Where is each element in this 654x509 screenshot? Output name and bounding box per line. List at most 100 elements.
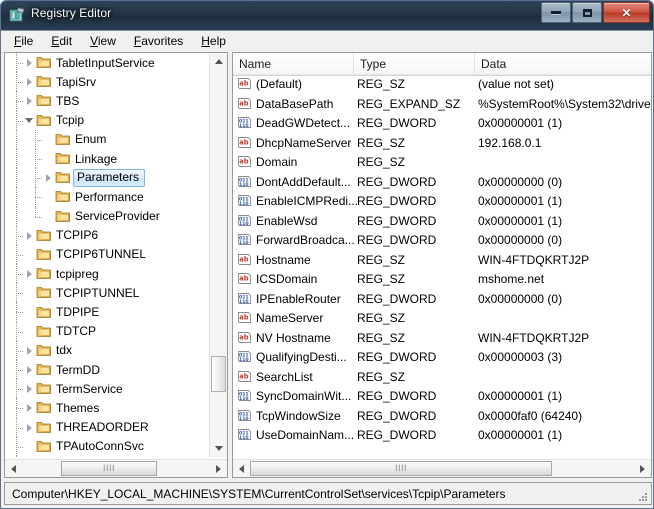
- tree-line: [16, 235, 23, 238]
- tree-node-tdtcp[interactable]: TDTCP: [5, 321, 211, 341]
- tree-node-tbs[interactable]: TBS: [5, 91, 211, 111]
- registry-value-row[interactable]: 011 110 ForwardBroadca... REG_DWORD 0x000000…: [233, 231, 651, 251]
- tree-node-tcpip6tunnel[interactable]: TCPIP6TUNNEL: [5, 244, 211, 265]
- registry-value-row[interactable]: 011 110 IPEnableRouter REG_DWORD 0x00000000 …: [233, 290, 651, 310]
- registry-value-row[interactable]: ab NV Hostname REG_SZ WIN-4FTDQKRTJ2P: [233, 329, 651, 349]
- tree-node-serviceprovider[interactable]: ServiceProvider: [5, 206, 211, 226]
- registry-values-list[interactable]: ab (Default) REG_SZ (value not set) ab DataBa…: [233, 75, 651, 457]
- expand-arrow-icon[interactable]: [23, 363, 36, 376]
- expand-arrow-icon[interactable]: [23, 75, 36, 88]
- registry-value-row[interactable]: ab DhcpNameServer REG_SZ 192.168.0.1: [233, 134, 651, 154]
- title-bar[interactable]: Registry Editor ✕: [1, 1, 653, 31]
- tree-scroll-left-button[interactable]: [5, 460, 22, 477]
- tree-node-linkage[interactable]: Linkage: [5, 148, 211, 169]
- tree-vertical-scrollbar[interactable]: [209, 53, 227, 457]
- svg-text:ab: ab: [239, 158, 248, 166]
- column-header-name[interactable]: Name: [233, 53, 354, 75]
- registry-value-row[interactable]: ab (Default) REG_SZ (value not set): [233, 75, 651, 95]
- list-scroll-left-button[interactable]: [233, 460, 250, 477]
- tree-node-performance[interactable]: Performance: [5, 187, 211, 207]
- registry-value-row[interactable]: ab Domain REG_SZ: [233, 153, 651, 173]
- tree-node-themes[interactable]: Themes: [5, 398, 211, 418]
- tree-node-tpvcgateway[interactable]: TPVCGateway: [5, 455, 211, 457]
- value-name: Domain: [256, 155, 298, 169]
- tree-node-tpautoconnsvc[interactable]: TPAutoConnSvc: [5, 436, 211, 456]
- value-data: WIN-4FTDQKRTJ2P: [478, 330, 590, 345]
- tree-node-tabletinputservice[interactable]: TabletInputService: [5, 53, 211, 73]
- close-button[interactable]: ✕: [603, 2, 650, 23]
- value-name: SyncDomainWit...: [256, 389, 352, 403]
- tree-node-tdx[interactable]: tdx: [5, 340, 211, 360]
- folder-icon: [55, 152, 71, 165]
- tree-node-tcpipreg[interactable]: tcpipreg: [5, 264, 211, 284]
- tree-hscrollbar-thumb[interactable]: IIII: [61, 461, 157, 476]
- tree-node-tcpiptunnel[interactable]: TCPIPTUNNEL: [5, 283, 211, 303]
- value-type: REG_SZ: [357, 272, 406, 286]
- folder-icon: [36, 56, 52, 69]
- expand-arrow-icon[interactable]: [23, 344, 36, 357]
- menu-item-view[interactable]: View: [81, 32, 125, 51]
- menu-item-edit[interactable]: Edit: [42, 32, 81, 51]
- menu-item-help[interactable]: Help: [192, 32, 235, 51]
- tree-node-termdd[interactable]: TermDD: [5, 360, 211, 380]
- registry-value-row[interactable]: 011 110 DeadGWDetect... REG_DWORD 0x00000001…: [233, 114, 651, 134]
- column-header-data[interactable]: Data: [475, 53, 651, 75]
- menu-item-favorites[interactable]: Favorites: [125, 32, 192, 51]
- expand-arrow-icon[interactable]: [23, 382, 36, 395]
- list-scroll-right-button[interactable]: [634, 460, 651, 477]
- tree-line: [16, 446, 23, 449]
- expand-arrow-icon[interactable]: [23, 421, 36, 434]
- registry-value-row[interactable]: 011 110 QualifyingDesti... REG_DWORD 0x00000…: [233, 348, 651, 368]
- resize-grip-icon[interactable]: [638, 491, 648, 501]
- tree-scroll-right-button[interactable]: [210, 460, 227, 477]
- tree-node-label: Themes: [56, 400, 100, 415]
- registry-value-row[interactable]: ab NameServer REG_SZ: [233, 309, 651, 329]
- registry-value-row[interactable]: 011 110 UseDomainNam... REG_DWORD 0x00000001…: [233, 426, 651, 446]
- minimize-button[interactable]: [541, 2, 571, 23]
- registry-value-row[interactable]: 011 110 TcpWindowSize REG_DWORD 0x0000faf0 (…: [233, 407, 651, 427]
- tree-node-label: TapiSrv: [56, 74, 97, 89]
- tree-node-tdpipe[interactable]: TDPIPE: [5, 302, 211, 322]
- tree-node-label: tcpipreg: [56, 266, 99, 281]
- registry-value-row[interactable]: ab ICSDomain REG_SZ mshome.net: [233, 270, 651, 290]
- registry-value-row[interactable]: ab SearchList REG_SZ: [233, 368, 651, 388]
- tree-line: [16, 168, 18, 188]
- tree-node-tcpip6[interactable]: TCPIP6: [5, 225, 211, 245]
- column-header-type[interactable]: Type: [354, 53, 475, 75]
- tree-node-termservice[interactable]: TermService: [5, 379, 211, 399]
- registry-value-row[interactable]: 011 110 SyncDomainWit... REG_DWORD 0x0000000…: [233, 387, 651, 407]
- value-type: REG_SZ: [357, 252, 406, 267]
- registry-tree[interactable]: TabletInputService TapiSrv TBS Tcpip Enum Lin…: [5, 53, 211, 457]
- tree-node-tapisrv[interactable]: TapiSrv: [5, 72, 211, 92]
- tree-scroll-up-button[interactable]: [210, 53, 227, 70]
- grip-icon: IIII: [394, 463, 407, 473]
- tree-node-enum[interactable]: Enum: [5, 129, 211, 149]
- svg-text:110: 110: [239, 299, 249, 305]
- tree-scroll-down-button[interactable]: [210, 440, 227, 457]
- list-hscrollbar-thumb[interactable]: IIII: [250, 461, 552, 476]
- registry-value-row[interactable]: ab Hostname REG_SZ WIN-4FTDQKRTJ2P: [233, 251, 651, 271]
- list-horizontal-scrollbar[interactable]: IIII: [233, 459, 651, 477]
- collapse-arrow-icon[interactable]: [23, 114, 36, 127]
- registry-value-row[interactable]: 011 110 EnableICMPRedi... REG_DWORD 0x000000…: [233, 192, 651, 212]
- registry-value-row[interactable]: ab DataBasePath REG_EXPAND_SZ %SystemRoot%\…: [233, 95, 651, 115]
- registry-value-row[interactable]: 011 110 DontAddDefault... REG_DWORD 0x000000…: [233, 173, 651, 193]
- expand-arrow-icon[interactable]: [42, 171, 55, 184]
- folder-icon: [55, 210, 71, 223]
- maximize-button[interactable]: [572, 2, 602, 23]
- tree-scrollbar-thumb[interactable]: [211, 356, 226, 392]
- expand-arrow-icon[interactable]: [23, 267, 36, 280]
- expand-arrow-icon[interactable]: [23, 94, 36, 107]
- tree-node-parameters[interactable]: Parameters: [5, 168, 211, 188]
- registry-value-row[interactable]: 011 110 EnableWsd REG_DWORD 0x00000001 (1): [233, 212, 651, 232]
- expand-arrow-icon[interactable]: [23, 229, 36, 242]
- tree-horizontal-scrollbar[interactable]: IIII: [5, 459, 227, 477]
- expand-arrow-icon[interactable]: [23, 401, 36, 414]
- tree-node-threadorder[interactable]: THREADORDER: [5, 417, 211, 437]
- expand-arrow-icon[interactable]: [23, 56, 36, 69]
- menu-item-file[interactable]: File: [5, 32, 42, 51]
- chevron-left-icon: [239, 464, 244, 473]
- tree-node-tcpip[interactable]: Tcpip: [5, 110, 211, 130]
